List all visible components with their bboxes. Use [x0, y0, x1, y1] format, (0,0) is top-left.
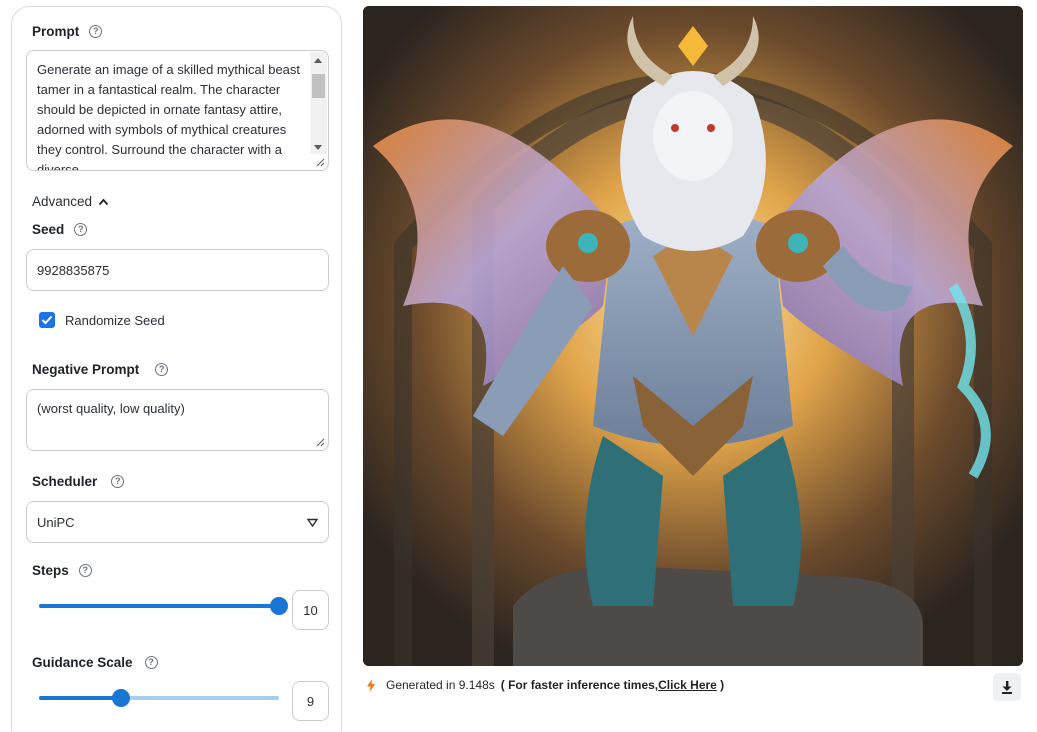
negative-prompt-textarea[interactable]: (worst quality, low quality)	[26, 389, 329, 451]
negative-prompt-label: Negative Prompt	[32, 362, 140, 377]
prompt-label-row: Prompt ?	[32, 24, 103, 39]
download-icon	[1002, 680, 1012, 694]
guidance-slider-track[interactable]	[39, 689, 279, 707]
resize-grip-icon[interactable]	[316, 438, 325, 447]
guidance-label-row: Guidance Scale ?	[32, 655, 158, 670]
prompt-text: Generate an image of a skilled mythical …	[37, 62, 301, 171]
generation-status: Generated in 9.148s ( For faster inferen…	[366, 678, 724, 692]
download-button[interactable]	[993, 673, 1021, 701]
settings-panel: Prompt ? Generate an image of a skilled …	[11, 6, 342, 732]
chevron-up-icon	[98, 198, 109, 205]
randomize-seed-row[interactable]: Randomize Seed	[39, 312, 165, 328]
seed-input[interactable]: 9928835875	[26, 249, 329, 291]
help-icon[interactable]: ?	[89, 25, 103, 38]
guidance-label: Guidance Scale	[32, 655, 133, 670]
help-icon[interactable]: ?	[144, 656, 158, 669]
help-icon[interactable]: ?	[78, 564, 92, 577]
generated-image[interactable]	[363, 6, 1023, 666]
negative-prompt-label-row: Negative Prompt ?	[32, 362, 169, 377]
faster-inference-text: ( For faster inference times,	[500, 678, 659, 692]
dropdown-triangle-icon	[307, 518, 318, 527]
randomize-seed-checkbox[interactable]	[39, 312, 55, 328]
steps-slider-track[interactable]	[39, 597, 288, 615]
help-icon[interactable]: ?	[111, 475, 125, 488]
randomize-seed-label: Randomize Seed	[65, 312, 165, 328]
scheduler-label: Scheduler	[32, 474, 98, 489]
steps-label-row: Steps ?	[32, 563, 92, 578]
steps-value: 10	[303, 602, 318, 618]
steps-slider-thumb[interactable]	[270, 597, 288, 615]
faster-inference-suffix: )	[716, 678, 725, 692]
generated-image-art	[363, 6, 1023, 666]
help-icon[interactable]: ?	[155, 363, 169, 376]
scheduler-select[interactable]: UniPC	[26, 501, 329, 543]
scheduler-label-row: Scheduler ?	[32, 474, 125, 489]
guidance-slider-thumb[interactable]	[112, 689, 130, 707]
bolt-icon	[367, 678, 375, 692]
generated-time-text: Generated in 9.148s	[386, 678, 495, 692]
guidance-slider-fill	[39, 696, 121, 700]
click-here-link[interactable]: Click Here	[658, 678, 717, 692]
help-icon[interactable]: ?	[74, 223, 88, 236]
scroll-up-icon[interactable]	[314, 58, 322, 63]
steps-label: Steps	[32, 563, 69, 578]
seed-value: 9928835875	[37, 262, 110, 278]
guidance-value: 9	[306, 693, 315, 709]
scrollbar-thumb[interactable]	[312, 74, 325, 98]
check-icon	[41, 315, 53, 325]
prompt-scrollbar[interactable]	[310, 52, 327, 154]
seed-label: Seed	[32, 222, 65, 237]
steps-number-input[interactable]: 10	[292, 590, 329, 630]
resize-grip-icon[interactable]	[316, 158, 325, 167]
advanced-label: Advanced	[32, 194, 93, 209]
scroll-down-icon[interactable]	[314, 145, 322, 150]
guidance-number-input[interactable]: 9	[292, 681, 329, 721]
steps-slider-fill	[39, 604, 279, 608]
prompt-textarea[interactable]: Generate an image of a skilled mythical …	[26, 50, 329, 171]
prompt-label: Prompt	[32, 24, 80, 39]
seed-label-row: Seed ?	[32, 222, 88, 237]
advanced-toggle[interactable]: Advanced	[32, 194, 109, 209]
scheduler-value: UniPC	[37, 514, 75, 530]
negative-prompt-value: (worst quality, low quality)	[37, 401, 185, 416]
